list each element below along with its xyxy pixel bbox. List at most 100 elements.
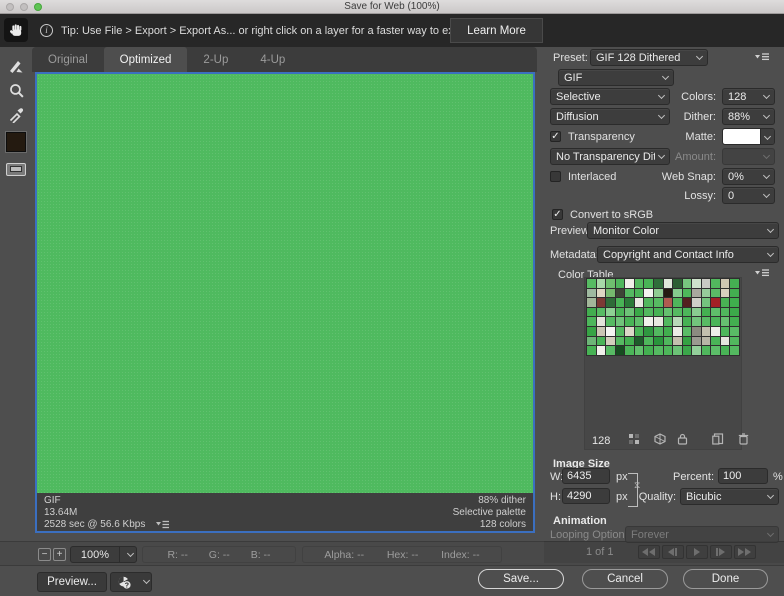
color-swatch[interactable] bbox=[702, 308, 711, 317]
color-swatch[interactable] bbox=[702, 289, 711, 298]
color-swatch[interactable] bbox=[721, 346, 730, 355]
color-swatch[interactable] bbox=[730, 289, 739, 298]
color-swatch[interactable] bbox=[730, 346, 739, 355]
color-swatch[interactable] bbox=[721, 298, 730, 307]
color-swatch[interactable] bbox=[587, 298, 596, 307]
color-swatch[interactable] bbox=[654, 308, 663, 317]
color-swatch[interactable] bbox=[606, 346, 615, 355]
tab-4-up[interactable]: 4-Up bbox=[244, 47, 301, 72]
color-swatch[interactable] bbox=[635, 337, 644, 346]
web-snap-select[interactable]: 0% bbox=[722, 168, 775, 185]
color-swatch[interactable] bbox=[644, 279, 653, 288]
color-swatch[interactable] bbox=[597, 279, 606, 288]
color-swatch[interactable] bbox=[625, 327, 634, 336]
color-swatch[interactable] bbox=[683, 327, 692, 336]
optimize-menu-button[interactable] bbox=[755, 53, 770, 62]
color-swatch[interactable] bbox=[606, 279, 615, 288]
colors-select[interactable]: 128 bbox=[722, 88, 775, 105]
color-swatch[interactable] bbox=[625, 289, 634, 298]
color-swatch[interactable] bbox=[673, 308, 682, 317]
dither-method-select[interactable]: Diffusion bbox=[550, 108, 670, 125]
color-swatch[interactable] bbox=[654, 279, 663, 288]
height-input[interactable] bbox=[562, 488, 610, 504]
next-frame-button[interactable] bbox=[710, 545, 732, 559]
color-swatch[interactable] bbox=[616, 289, 625, 298]
color-swatch[interactable] bbox=[644, 298, 653, 307]
download-speed-menu[interactable] bbox=[156, 520, 170, 529]
color-swatch[interactable] bbox=[683, 279, 692, 288]
color-swatch[interactable] bbox=[635, 317, 644, 326]
color-swatch[interactable] bbox=[730, 327, 739, 336]
lock-color-button[interactable] bbox=[677, 433, 688, 448]
color-swatch[interactable] bbox=[673, 346, 682, 355]
tab-original[interactable]: Original bbox=[32, 47, 104, 72]
color-swatch[interactable] bbox=[587, 308, 596, 317]
color-swatch[interactable] bbox=[597, 327, 606, 336]
color-swatch[interactable] bbox=[616, 346, 625, 355]
color-swatch[interactable] bbox=[587, 289, 596, 298]
color-swatch[interactable] bbox=[721, 279, 730, 288]
color-swatch[interactable] bbox=[721, 289, 730, 298]
color-swatch[interactable] bbox=[711, 289, 720, 298]
color-swatch[interactable] bbox=[664, 327, 673, 336]
color-swatch[interactable] bbox=[702, 317, 711, 326]
color-swatch[interactable] bbox=[730, 308, 739, 317]
color-swatch[interactable] bbox=[664, 317, 673, 326]
color-swatch[interactable] bbox=[635, 279, 644, 288]
color-swatch[interactable] bbox=[683, 289, 692, 298]
color-swatch[interactable] bbox=[616, 279, 625, 288]
color-swatch[interactable] bbox=[721, 337, 730, 346]
color-swatch[interactable] bbox=[702, 346, 711, 355]
quality-select[interactable]: Bicubic bbox=[680, 488, 779, 505]
preview-in-browser-button[interactable]: Preview... bbox=[37, 572, 107, 592]
color-swatch[interactable] bbox=[664, 308, 673, 317]
color-swatch[interactable] bbox=[683, 298, 692, 307]
color-swatch[interactable] bbox=[606, 308, 615, 317]
color-swatch[interactable] bbox=[606, 289, 615, 298]
color-swatch[interactable] bbox=[664, 346, 673, 355]
color-swatch[interactable] bbox=[597, 337, 606, 346]
percent-input[interactable] bbox=[718, 468, 768, 484]
color-swatch[interactable] bbox=[711, 317, 720, 326]
color-swatch[interactable] bbox=[711, 308, 720, 317]
color-swatch[interactable] bbox=[711, 346, 720, 355]
color-swatch[interactable] bbox=[673, 317, 682, 326]
color-swatch[interactable] bbox=[702, 279, 711, 288]
color-swatch[interactable] bbox=[692, 337, 701, 346]
color-swatch[interactable] bbox=[692, 308, 701, 317]
color-swatch[interactable] bbox=[644, 317, 653, 326]
toggle-slices-visibility-button[interactable] bbox=[4, 157, 28, 181]
color-swatch[interactable] bbox=[654, 317, 663, 326]
tab-2-up[interactable]: 2-Up bbox=[187, 47, 244, 72]
color-swatch[interactable] bbox=[692, 298, 701, 307]
slice-select-tool-button[interactable] bbox=[4, 55, 28, 79]
color-swatch[interactable] bbox=[673, 289, 682, 298]
color-swatch[interactable] bbox=[730, 337, 739, 346]
color-swatch[interactable] bbox=[664, 337, 673, 346]
metadata-select[interactable]: Copyright and Contact Info bbox=[597, 246, 779, 263]
color-swatch[interactable] bbox=[616, 298, 625, 307]
color-swatch[interactable] bbox=[606, 317, 615, 326]
zoom-level-select[interactable]: 100% bbox=[70, 546, 137, 563]
color-swatch[interactable] bbox=[683, 308, 692, 317]
color-swatch[interactable] bbox=[702, 298, 711, 307]
eyedropper-color-swatch[interactable] bbox=[4, 130, 28, 154]
browser-select-combo[interactable]: ? bbox=[110, 572, 152, 592]
color-swatch[interactable] bbox=[635, 308, 644, 317]
color-swatch[interactable] bbox=[692, 279, 701, 288]
width-input[interactable] bbox=[562, 468, 610, 484]
color-swatch[interactable] bbox=[616, 327, 625, 336]
dither-select[interactable]: 88% bbox=[722, 108, 775, 125]
color-swatch[interactable] bbox=[683, 317, 692, 326]
first-frame-button[interactable] bbox=[638, 545, 660, 559]
color-swatch[interactable] bbox=[692, 317, 701, 326]
color-swatch[interactable] bbox=[730, 279, 739, 288]
close-button[interactable] bbox=[6, 3, 14, 11]
tab-optimized[interactable]: Optimized bbox=[104, 47, 188, 72]
preview-image[interactable] bbox=[37, 74, 533, 493]
color-swatch[interactable] bbox=[683, 346, 692, 355]
lossy-select[interactable]: 0 bbox=[722, 187, 775, 204]
eyedropper-tool-button[interactable] bbox=[4, 103, 28, 127]
minimize-button[interactable] bbox=[20, 3, 28, 11]
color-swatch[interactable] bbox=[587, 317, 596, 326]
